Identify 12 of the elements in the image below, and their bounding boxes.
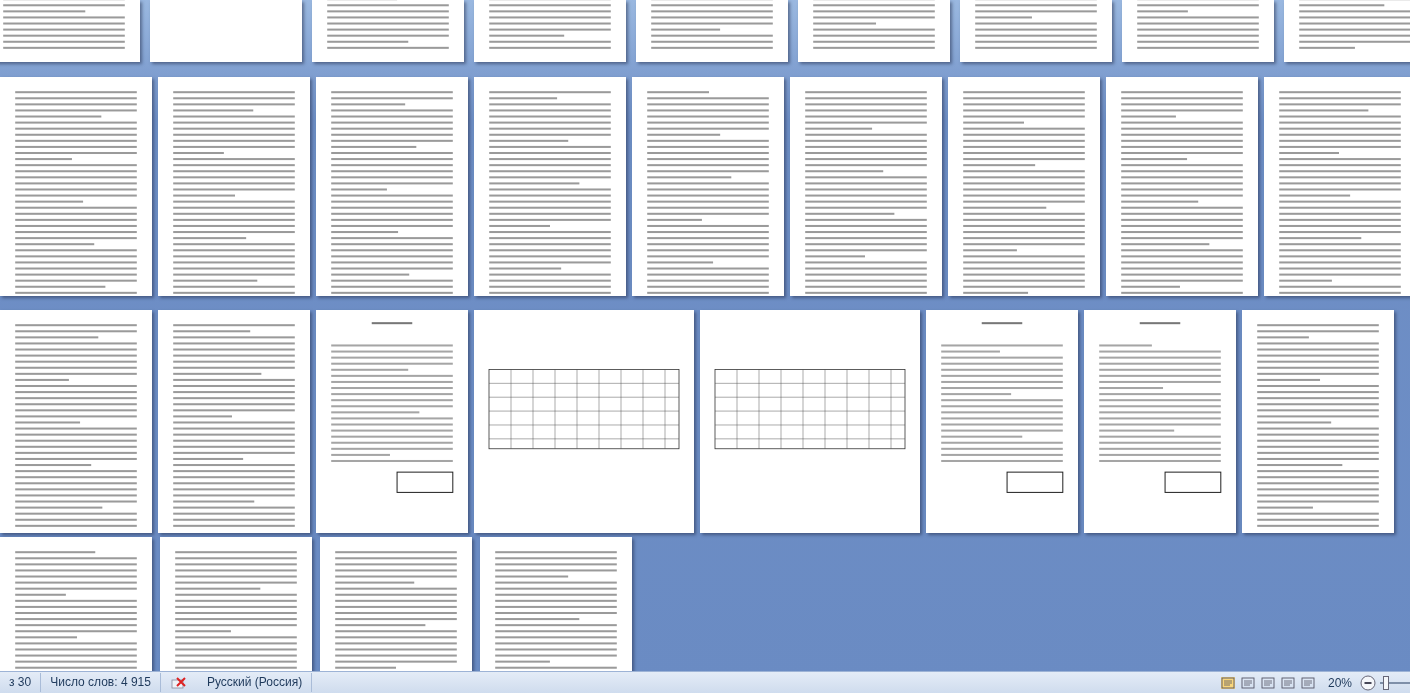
language-indicator[interactable]: Русский (Россия) bbox=[186, 673, 313, 692]
view-mode-icon[interactable] bbox=[1240, 676, 1255, 689]
zoom-slider-thumb[interactable] bbox=[1383, 675, 1389, 690]
view-mode-icon[interactable] bbox=[1280, 676, 1295, 689]
word-count[interactable]: Число слов: 4 915 bbox=[41, 673, 161, 692]
view-mode-icon[interactable] bbox=[1300, 676, 1315, 689]
page-count[interactable]: з 30 bbox=[0, 673, 42, 692]
view-mode-icon[interactable] bbox=[1260, 676, 1275, 689]
view-mode-icon[interactable] bbox=[1220, 676, 1235, 689]
zoom-level[interactable]: 20% bbox=[1327, 675, 1352, 690]
spelling-check-icon[interactable] bbox=[170, 675, 187, 690]
zoom-out-icon[interactable] bbox=[1360, 674, 1376, 691]
